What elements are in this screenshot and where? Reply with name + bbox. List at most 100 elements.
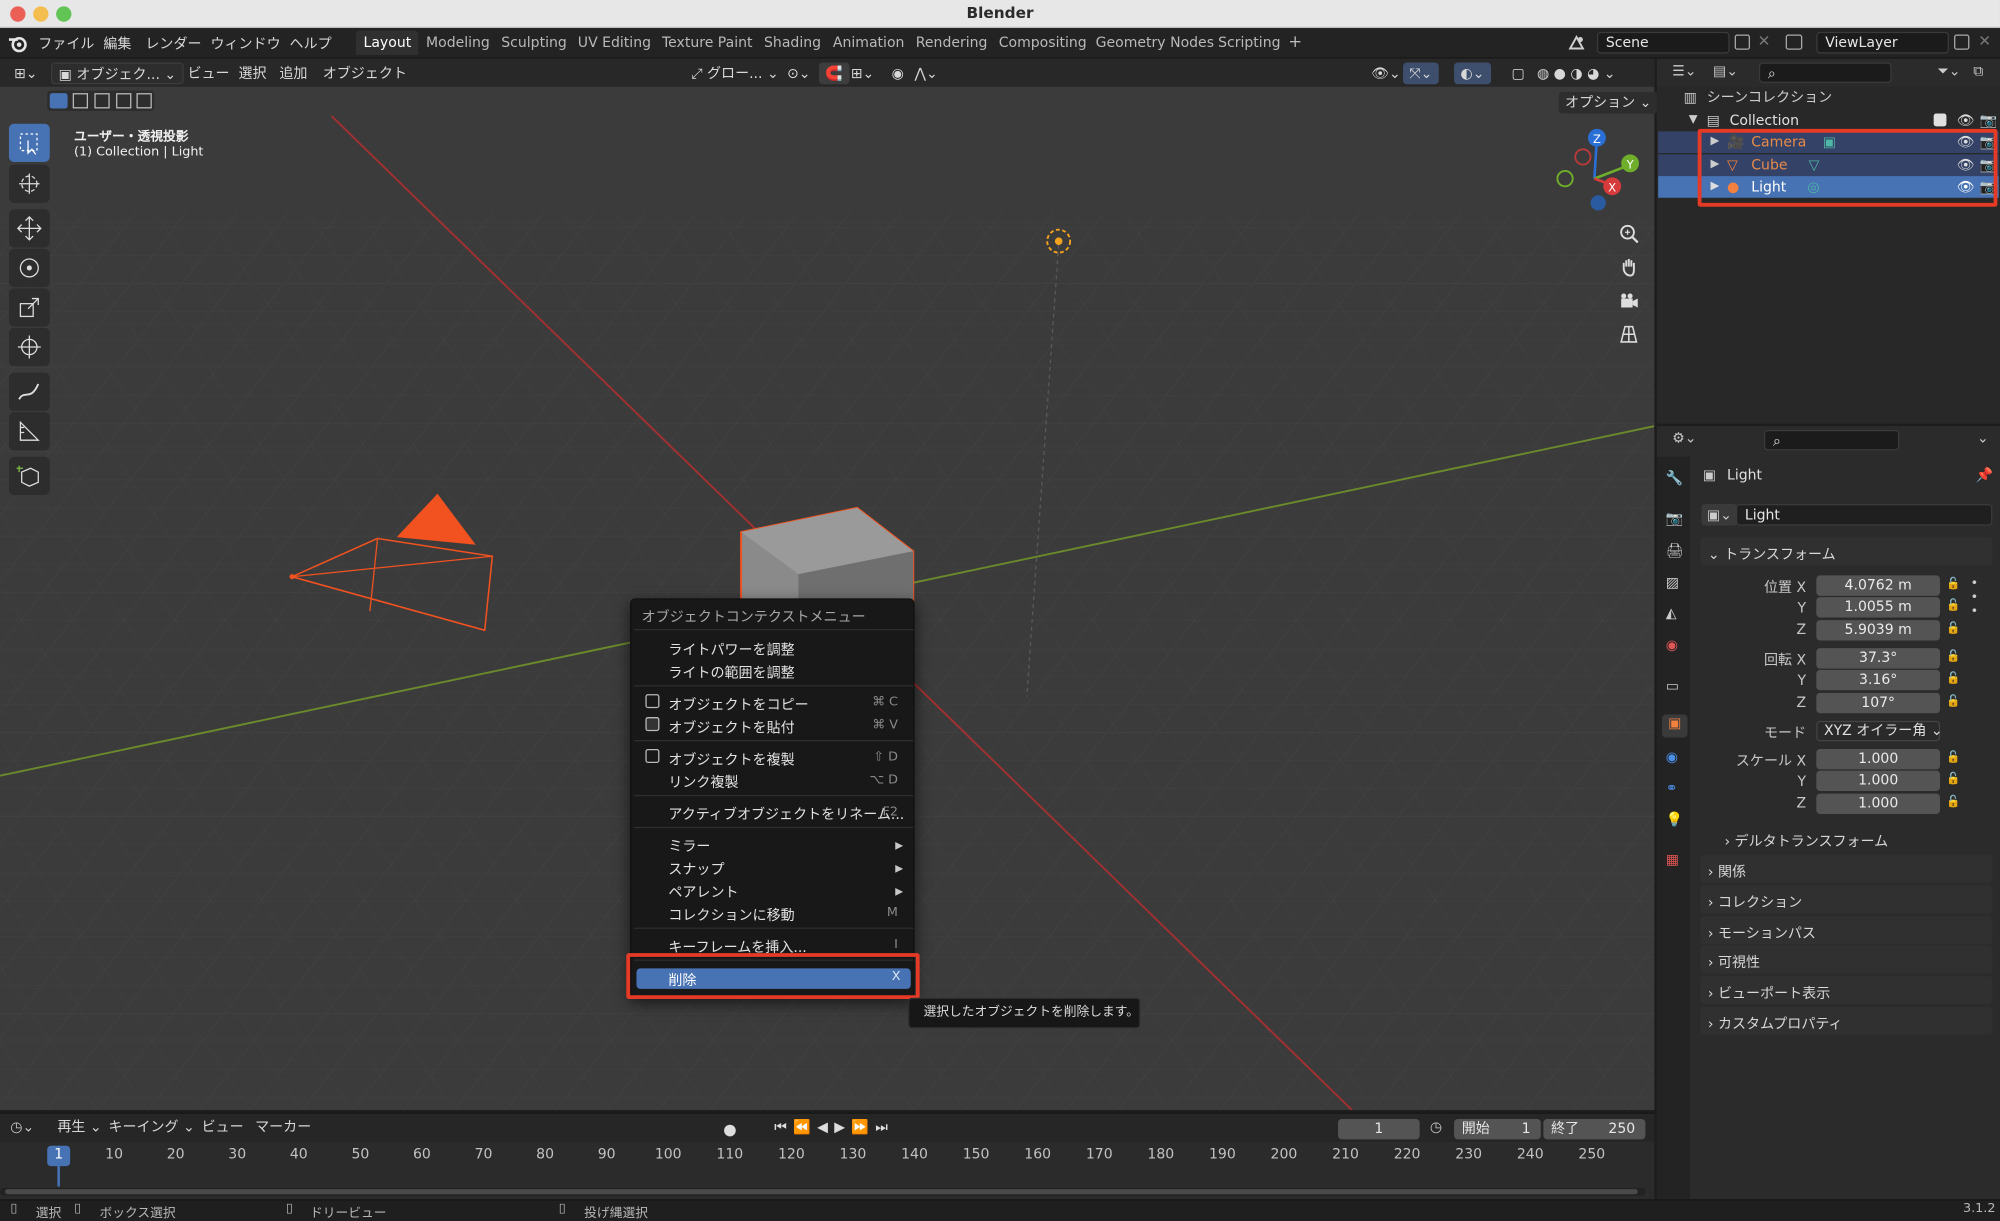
viewport-menu-select[interactable]: 選択 bbox=[232, 63, 273, 85]
properties-options-icon[interactable]: ⌄ bbox=[1977, 430, 1989, 447]
keyframe-dots-icon[interactable]: • • • bbox=[1971, 577, 1979, 619]
object-tab-icon[interactable]: ▣ bbox=[1661, 714, 1688, 738]
tab-geometry-nodes[interactable]: Geometry Nodes bbox=[1088, 31, 1222, 55]
tab-compositing[interactable]: Compositing bbox=[991, 31, 1094, 55]
zoom-window-icon[interactable] bbox=[56, 6, 72, 22]
shading-modes-icon[interactable]: ◍ ● ◑ ◕ ⌄ bbox=[1531, 63, 1622, 85]
rotate-tool[interactable] bbox=[8, 248, 50, 288]
set-new-selection-icon[interactable] bbox=[49, 93, 68, 109]
timeline-menu-view[interactable]: ビュー bbox=[195, 1116, 250, 1138]
tab-layout[interactable]: Layout bbox=[355, 30, 419, 55]
adjust-light-power-item[interactable]: ライトパワーを調整 bbox=[668, 639, 794, 659]
tool-tab-icon[interactable]: 🔧 bbox=[1666, 470, 1683, 487]
rotation-y-field[interactable]: 3.16° bbox=[1816, 669, 1941, 691]
scene-icon[interactable] bbox=[1566, 33, 1586, 53]
viewport-options-dropdown[interactable]: オプション ⌄ bbox=[1558, 91, 1658, 114]
pan-hand-icon[interactable] bbox=[1614, 251, 1645, 282]
3d-viewport[interactable]: Z Y X ユーザー・透視投影 (1) Collection | Light オ… bbox=[0, 58, 1655, 1111]
rotation-z-field[interactable]: 107° bbox=[1816, 692, 1941, 714]
xray-toggle-icon[interactable]: ▢ bbox=[1505, 63, 1531, 85]
linked-duplicate-item[interactable]: リンク複製 bbox=[668, 772, 738, 792]
parent-item[interactable]: ペアレント bbox=[668, 882, 738, 902]
duplicate-object-item[interactable]: オブジェクトを複製 bbox=[668, 749, 794, 769]
copy-scene-icon[interactable] bbox=[1734, 34, 1750, 50]
constraints-tab-icon[interactable]: ⚭ bbox=[1666, 780, 1678, 797]
start-frame-field[interactable]: 開始 1 bbox=[1454, 1118, 1541, 1140]
subtract-selection-icon[interactable] bbox=[94, 93, 110, 109]
scale-y-field[interactable]: 1.000 bbox=[1816, 770, 1941, 792]
viewport-menu-add[interactable]: 追加 bbox=[273, 63, 314, 85]
transform-orientation-dropdown[interactable]: ⤢ グロー... ⌄ bbox=[685, 63, 785, 85]
lock-rotation-z-icon[interactable]: 🔓 bbox=[1946, 695, 1960, 708]
add-workspace-button[interactable]: + bbox=[1281, 31, 1310, 55]
outliner-search-input[interactable]: ⌕ bbox=[1758, 62, 1892, 83]
physics-tab-icon[interactable]: ◉ bbox=[1666, 749, 1678, 766]
move-tool[interactable] bbox=[8, 209, 50, 248]
outliner-editor-type-icon[interactable]: ☰⌄ bbox=[1672, 63, 1696, 80]
close-view-layer-icon[interactable]: ✕ bbox=[1978, 32, 1991, 50]
location-y-field[interactable]: 1.0055 m bbox=[1816, 597, 1941, 618]
move-to-collection-item[interactable]: コレクションに移動 bbox=[668, 905, 794, 925]
visibility-icon[interactable]: 👁⌄ bbox=[1365, 63, 1407, 85]
copy-view-layer-icon[interactable] bbox=[1954, 34, 1970, 50]
scene-collection-row[interactable]: ▥ シーンコレクション bbox=[1658, 87, 1999, 109]
add-cube-tool[interactable] bbox=[8, 456, 50, 496]
copy-object-item[interactable]: オブジェクトをコピー bbox=[668, 694, 808, 714]
properties-editor-type-icon[interactable]: ⚙⌄ bbox=[1672, 430, 1696, 447]
mirror-item[interactable]: ミラー bbox=[668, 836, 710, 856]
lock-rotation-x-icon[interactable]: 🔓 bbox=[1946, 651, 1960, 664]
clock-icon[interactable]: ◷ bbox=[1430, 1119, 1442, 1136]
end-frame-field[interactable]: 終了 250 bbox=[1543, 1118, 1646, 1140]
scene-name-field[interactable]: Scene bbox=[1596, 31, 1730, 54]
extend-selection-icon[interactable] bbox=[72, 93, 89, 109]
menu-window[interactable]: ウィンドウ bbox=[210, 33, 280, 53]
lock-rotation-y-icon[interactable]: 🔓 bbox=[1946, 672, 1960, 685]
tab-scripting[interactable]: Scripting bbox=[1210, 31, 1288, 55]
timeline-editor-type-icon[interactable]: ◷⌄ bbox=[10, 1119, 34, 1136]
lock-location-x-icon[interactable]: 🔓 bbox=[1946, 578, 1960, 591]
menu-render[interactable]: レンダー bbox=[145, 33, 201, 53]
rename-active-object-item[interactable]: アクティブオブジェクトをリネーム... bbox=[668, 804, 904, 824]
adjust-light-range-item[interactable]: ライトの範囲を調整 bbox=[668, 662, 794, 682]
proportional-edit-icon[interactable]: ◉ bbox=[885, 63, 910, 85]
location-x-field[interactable]: 4.0762 m bbox=[1816, 575, 1941, 596]
tab-uv-editing[interactable]: UV Editing bbox=[570, 31, 659, 55]
timeline-scrollbar[interactable] bbox=[0, 1187, 1646, 1196]
pin-icon[interactable]: 📌 bbox=[1976, 467, 1993, 484]
snap-item[interactable]: スナップ bbox=[668, 859, 724, 879]
cursor-tool[interactable] bbox=[8, 164, 50, 203]
properties-search-input[interactable]: ⌕ bbox=[1764, 429, 1900, 451]
lock-scale-x-icon[interactable]: 🔓 bbox=[1946, 752, 1960, 765]
view-layer-icon[interactable] bbox=[1785, 34, 1803, 50]
collection-expand-icon[interactable]: ▼ bbox=[1689, 110, 1698, 132]
lock-location-y-icon[interactable]: 🔓 bbox=[1946, 600, 1960, 613]
record-icon[interactable]: ● bbox=[723, 1120, 736, 1138]
output-tab-icon[interactable]: 🖨 bbox=[1666, 542, 1684, 559]
viewport-menu-object[interactable]: オブジェクト bbox=[316, 63, 413, 85]
tab-modeling[interactable]: Modeling bbox=[418, 31, 497, 55]
rotation-mode-dropdown[interactable]: XYZ オイラー角 ⌄ bbox=[1816, 720, 1943, 742]
lock-scale-y-icon[interactable]: 🔓 bbox=[1946, 773, 1960, 786]
filter-icon[interactable]: ⏷⌄ bbox=[1937, 63, 1960, 81]
scale-tool[interactable] bbox=[8, 288, 50, 327]
exclude-checkbox[interactable] bbox=[1933, 113, 1947, 127]
select-box-tool[interactable] bbox=[8, 123, 50, 163]
blender-logo-icon[interactable] bbox=[8, 33, 28, 53]
lock-scale-z-icon[interactable]: 🔓 bbox=[1946, 796, 1960, 809]
rotation-x-field[interactable]: 37.3° bbox=[1816, 648, 1941, 669]
pivot-point-icon[interactable]: ⊙⌄ bbox=[781, 63, 817, 85]
tab-animation[interactable]: Animation bbox=[825, 31, 912, 55]
intersect-selection-icon[interactable] bbox=[136, 93, 152, 109]
menu-edit[interactable]: 編集 bbox=[103, 33, 131, 53]
render-tab-icon[interactable]: 📷 bbox=[1666, 510, 1683, 527]
camera-view-icon[interactable] bbox=[1614, 286, 1645, 317]
transform-tool[interactable] bbox=[8, 327, 50, 367]
collection-tab-icon[interactable]: ▭ bbox=[1666, 678, 1679, 695]
lock-location-z-icon[interactable]: 🔓 bbox=[1946, 623, 1960, 636]
scale-z-field[interactable]: 1.000 bbox=[1816, 793, 1941, 815]
object-data-tab-icon[interactable]: 💡 bbox=[1666, 811, 1683, 828]
timeline-menu-playback[interactable]: 再生 ⌄ bbox=[51, 1116, 108, 1138]
object-name-field[interactable]: Light bbox=[1735, 503, 1993, 526]
new-collection-icon[interactable]: ⧉ bbox=[1973, 63, 1983, 81]
tab-rendering[interactable]: Rendering bbox=[908, 31, 995, 55]
